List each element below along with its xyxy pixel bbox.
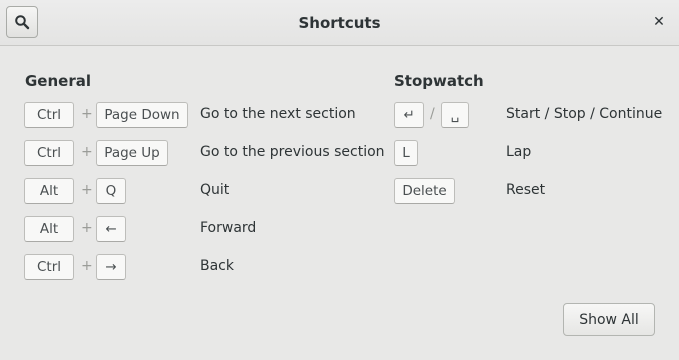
header-bar: Shortcuts ✕	[0, 0, 679, 46]
shortcut-row: Ctrl + Page Up Go to the previous sectio…	[0, 140, 390, 166]
shortcut-row: ↵ / ␣ Start / Stop / Continue	[390, 102, 679, 128]
window-title: Shortcuts	[298, 14, 381, 32]
key-separator: /	[430, 106, 435, 122]
shortcut-row: Delete Reset	[390, 178, 679, 204]
key-separator: +	[81, 220, 93, 236]
shortcut-description: Quit	[200, 182, 230, 198]
key-cap: Page Down	[96, 102, 188, 128]
shortcut-description: Lap	[506, 144, 532, 160]
show-all-button[interactable]: Show All	[563, 303, 655, 336]
section-title-stopwatch: Stopwatch	[394, 72, 484, 90]
left-arrow-key: ←	[96, 216, 126, 242]
key-cap: Delete	[394, 178, 455, 204]
shortcut-row: Alt + Q Quit	[0, 178, 390, 204]
key-separator: +	[81, 106, 93, 122]
key-cap: Page Up	[96, 140, 168, 166]
right-arrow-key: →	[96, 254, 126, 280]
key-cap: Alt	[24, 178, 74, 204]
key-cap: L	[394, 140, 418, 166]
close-button[interactable]: ✕	[651, 14, 667, 30]
key-cap: Q	[96, 178, 126, 204]
key-cap: Alt	[24, 216, 74, 242]
key-separator: +	[81, 258, 93, 274]
shortcut-description: Go to the previous section	[200, 144, 385, 160]
shortcut-description: Reset	[506, 182, 546, 198]
shortcut-row: L Lap	[390, 140, 679, 166]
key-cap: Ctrl	[24, 254, 74, 280]
key-cap: Ctrl	[24, 140, 74, 166]
key-separator: +	[81, 144, 93, 160]
shortcut-row: Ctrl + Page Down Go to the next section	[0, 102, 390, 128]
shortcut-row: Alt + ← Forward	[0, 216, 390, 242]
shortcuts-window: Shortcuts ✕ General Ctrl + Page Down Go …	[0, 0, 679, 360]
shortcut-description: Forward	[200, 220, 257, 236]
shortcut-row: Ctrl + → Back	[0, 254, 390, 280]
shortcut-description: Start / Stop / Continue	[506, 106, 663, 122]
key-cap: Ctrl	[24, 102, 74, 128]
key-separator: +	[81, 182, 93, 198]
close-icon: ✕	[653, 14, 665, 30]
shortcut-description: Go to the next section	[200, 106, 356, 122]
space-key: ␣	[441, 102, 469, 128]
shortcut-description: Back	[200, 258, 234, 274]
enter-key: ↵	[394, 102, 424, 128]
section-title-general: General	[25, 72, 91, 90]
